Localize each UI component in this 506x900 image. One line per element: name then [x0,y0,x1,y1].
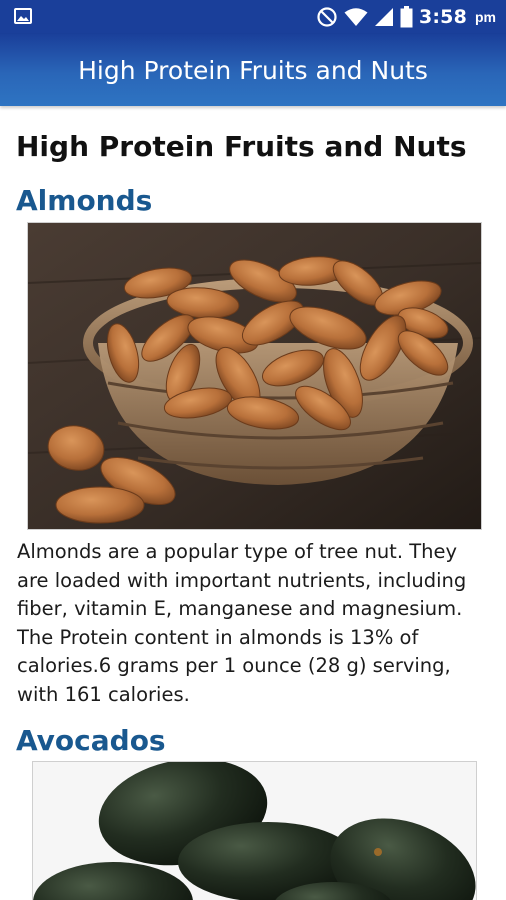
status-bar: 3:58 pm [0,0,506,34]
signal-icon [374,8,393,26]
wifi-icon [344,8,368,26]
article-content[interactable]: High Protein Fruits and Nuts Almonds Alm… [0,106,506,900]
clock-ampm: pm [475,9,496,25]
battery-icon [400,6,413,28]
clock-time: 3:58 [418,6,467,28]
avocados-image [32,761,477,900]
app-bar-title: High Protein Fruits and Nuts [78,55,428,85]
almonds-description: Almonds are a popular type of tree nut. … [17,540,467,706]
almonds-image [27,222,482,530]
app-bar: High Protein Fruits and Nuts [0,34,506,106]
page-title: High Protein Fruits and Nuts [16,130,467,163]
do-not-disturb-icon [317,7,337,27]
section-heading-avocados: Avocados [16,724,166,757]
image-notification-icon [14,8,32,24]
status-icons: 3:58 pm [316,0,496,34]
section-heading-almonds: Almonds [16,184,153,217]
